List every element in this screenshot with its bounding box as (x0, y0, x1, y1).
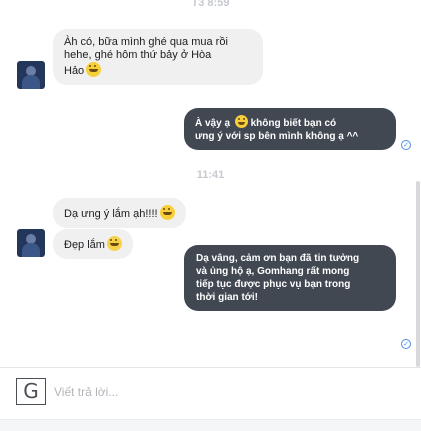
g-icon[interactable]: G (16, 378, 46, 405)
message-line: thời gian tới! (196, 292, 258, 303)
incoming-message[interactable]: Àh có, bữa mình ghé qua mua rồi hehe, gh… (53, 29, 263, 85)
grinning-emoji-icon (106, 236, 122, 251)
grinning-emoji-icon (159, 205, 175, 220)
grinning-emoji-icon (86, 62, 102, 77)
message-text: Đẹp lắm (64, 239, 105, 251)
incoming-message[interactable]: Đẹp lắm (53, 229, 133, 259)
message-line: và ủng hộ ạ, Gomhang rất mong (196, 266, 350, 277)
message-text: Hảo (64, 65, 85, 77)
message-line: ưng ý với sp bên mình không ạ ^^ (195, 131, 359, 142)
outgoing-message[interactable]: À vậy ạ không biết bạn có ưng ý với sp b… (184, 108, 396, 150)
timestamp: T3 8:59 (191, 0, 230, 9)
bottom-strip (0, 419, 421, 431)
message-text: Dạ ưng ý lắm ạh!!!! (64, 208, 158, 220)
message-text: không biết bạn có (250, 118, 337, 129)
reply-input[interactable] (54, 383, 394, 401)
timestamp: 11:41 (196, 169, 225, 181)
message-line: tiếp tục được phục vụ bạn trong (196, 279, 351, 290)
avatar-body (22, 243, 40, 257)
avatar-body (22, 75, 40, 89)
grinning-emoji-icon (234, 115, 248, 128)
seen-check-icon: ✓ (401, 140, 411, 150)
seen-check-icon: ✓ (401, 339, 411, 349)
message-line: hehe, ghé hôm thứ bảy ở Hòa (64, 49, 212, 61)
avatar[interactable] (17, 229, 45, 257)
incoming-message[interactable]: Dạ ưng ý lắm ạh!!!! (53, 198, 186, 228)
message-text: À vậy ạ (195, 118, 231, 129)
outgoing-message[interactable]: Dạ vâng, cảm ơn bạn đã tin tưởng và ủng … (184, 245, 396, 311)
avatar[interactable] (17, 61, 45, 89)
message-line: Dạ vâng, cảm ơn bạn đã tin tưởng (196, 253, 360, 264)
message-line: Àh có, bữa mình ghé qua mua rồi (64, 36, 228, 48)
scrollbar-thumb[interactable] (416, 181, 420, 367)
message-line: À vậy ạ không biết bạn có (195, 115, 385, 130)
message-line: Hảo (64, 62, 252, 78)
